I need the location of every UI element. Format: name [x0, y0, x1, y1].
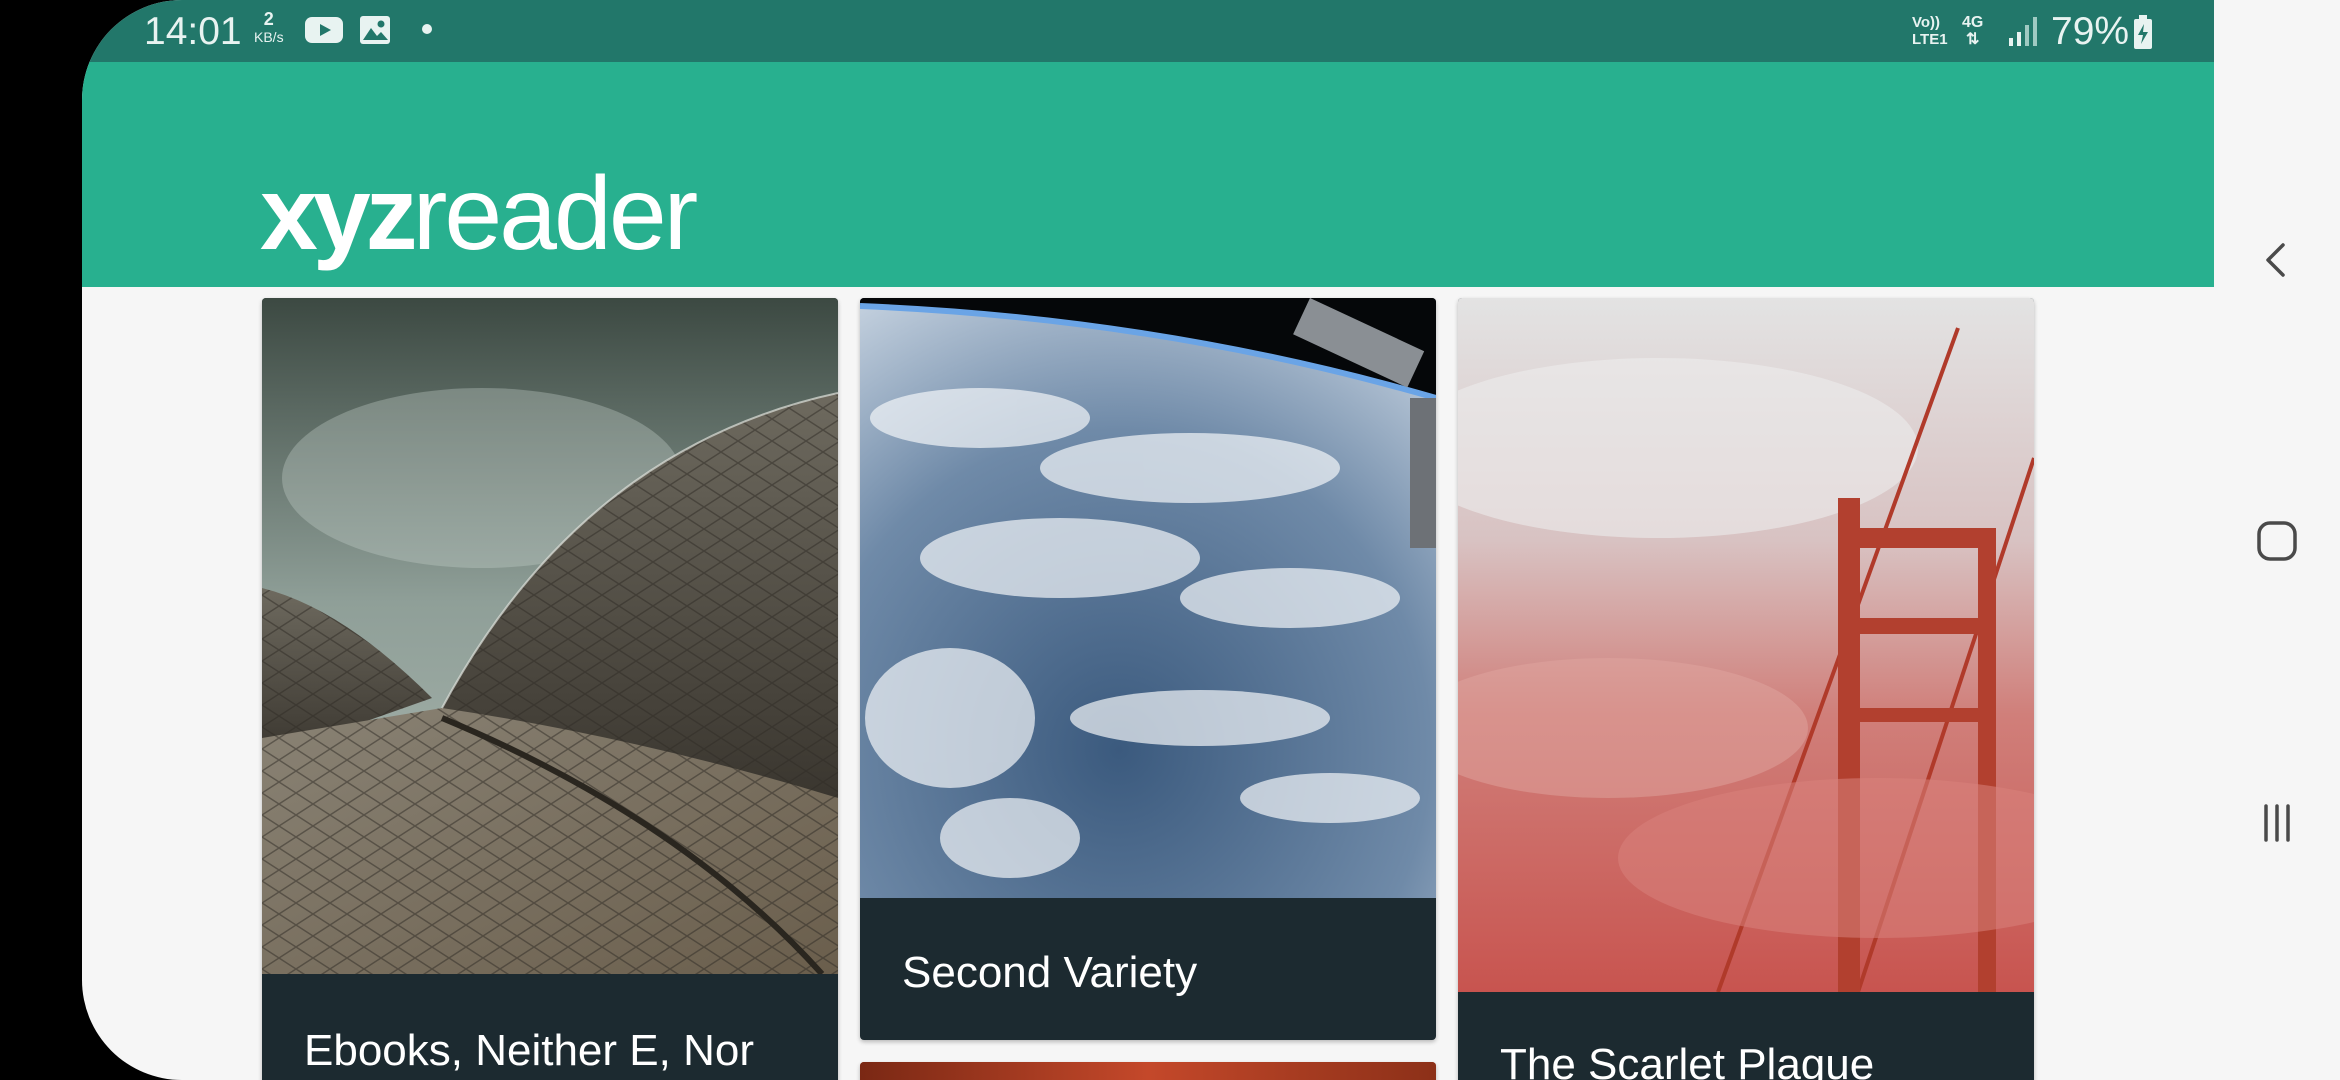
article-card[interactable]: [860, 1062, 1436, 1080]
article-thumbnail-image: [262, 298, 838, 974]
gallery-icon: [358, 14, 392, 51]
signal-icon: [2006, 14, 2040, 53]
network-type-label: 4G: [1962, 14, 1984, 31]
volte-indicator: Vo)) LTE1: [1912, 14, 1948, 48]
youtube-icon: [304, 14, 344, 51]
article-card[interactable]: Second Variety: [860, 298, 1436, 1040]
data-arrows-icon: ⇅: [1965, 31, 1980, 48]
status-bar: 14:01 2 KB/s Vo)) LTE1 4G ⇅ 79%: [82, 0, 2214, 62]
logo-light-text: reader: [412, 156, 699, 272]
volte-label: Vo)): [1912, 14, 1941, 31]
navigation-bar: [2214, 0, 2340, 1080]
back-icon[interactable]: [2252, 235, 2302, 285]
article-title: Second Variety: [902, 948, 1198, 997]
article-title: The Scarlet Plague: [1500, 1040, 1875, 1080]
article-thumbnail-image: [860, 1062, 1436, 1080]
device-screen: 14:01 2 KB/s Vo)) LTE1 4G ⇅ 79% xyzreade…: [82, 0, 2214, 1080]
article-thumbnail-image: [1458, 298, 2034, 992]
more-notifications-dot: [422, 24, 432, 34]
home-icon[interactable]: [2252, 516, 2302, 566]
article-thumbnail-image: [860, 298, 1436, 898]
article-title: Ebooks, Neither E, Nor: [304, 1026, 754, 1075]
article-card[interactable]: The Scarlet Plague: [1458, 298, 2034, 1080]
article-card[interactable]: Ebooks, Neither E, Nor: [262, 298, 838, 1080]
recents-icon[interactable]: [2252, 798, 2302, 848]
status-time: 14:01: [144, 10, 242, 53]
network-speed-value: 2: [263, 9, 274, 29]
battery-percent: 79%: [2051, 10, 2130, 53]
lte-label: LTE1: [1912, 31, 1948, 48]
network-type: 4G ⇅: [1962, 14, 1983, 48]
network-speed-unit: KB/s: [254, 29, 284, 45]
network-speed: 2 KB/s: [254, 10, 284, 46]
battery-charging-icon: [2132, 14, 2154, 55]
app-bar: xyzreader: [82, 62, 2214, 287]
app-logo: xyzreader: [260, 162, 698, 266]
logo-bold-text: xyz: [260, 156, 418, 272]
